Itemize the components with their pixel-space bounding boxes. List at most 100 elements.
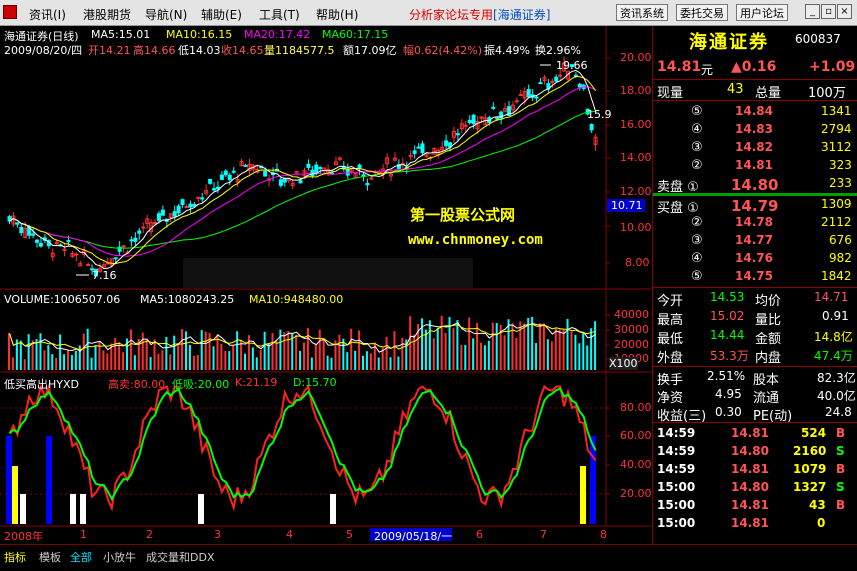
volume-ma5-label: MA5:1080243.25 — [140, 293, 235, 306]
volume-ma10-label: MA10:948480.00 — [249, 293, 344, 306]
ma10-label: MA10:16.15 — [166, 28, 233, 41]
time-axis-label: 7 — [540, 528, 547, 541]
bid-level-label: ⑤ — [691, 269, 703, 284]
time-axis-label: 6 — [476, 528, 483, 541]
tick-direction: B — [836, 462, 846, 476]
watermark-title: 第一股票公式网 — [410, 206, 516, 224]
restore-icon[interactable]: ▫ — [821, 4, 836, 19]
tick-price: 14.81 — [731, 516, 769, 530]
ma20-label: MA20:17.42 — [244, 28, 311, 41]
price-change: ▲0.16 — [731, 59, 777, 75]
stat-label: 最高 — [657, 313, 684, 328]
price-axis-tick: 10.00 — [620, 221, 652, 234]
time-axis-label: 1 — [80, 528, 87, 541]
bar-volume: 量1184577.5 — [264, 44, 335, 57]
menu-info[interactable]: 资讯(I) — [29, 6, 66, 23]
tick-volume: 0 — [817, 516, 826, 530]
menu-navigation[interactable]: 导航(N) — [145, 6, 187, 23]
bid-price: 14.78 — [735, 215, 773, 229]
bid-volume: 1309 — [821, 197, 852, 211]
tick-volume: 43 — [809, 498, 826, 512]
menu-bar: 资讯(I) 港股期货 导航(N) 辅助(E) 工具(T) 帮助(H) 分析家论坛… — [0, 0, 857, 26]
tab-indicator[interactable]: 指标 — [4, 549, 26, 565]
stat-label: 均价 — [755, 294, 782, 309]
time-axis-label: 2 — [146, 528, 153, 541]
bottom-tab-bar: 指标 模板 全部 小放牛 成交量和DDX — [0, 544, 857, 571]
bar-amplitude: 振4.49% — [484, 44, 530, 57]
indicator-sell-level: 高卖:80.00 — [108, 378, 166, 391]
ask-level-label: ④ — [691, 122, 703, 137]
low-price-label: 7.16 — [92, 269, 117, 282]
stat-value: 14.53 — [710, 290, 745, 304]
menu-tools[interactable]: 工具(T) — [259, 6, 300, 23]
ask-level-label: ⑤ — [691, 104, 703, 119]
fund-value: 40.0亿 — [817, 389, 856, 403]
indicator-axis-tick: 20.00 — [620, 487, 652, 500]
time-axis-label: 4 — [286, 528, 293, 541]
info-system-button[interactable]: 资讯系统 — [616, 4, 668, 21]
menu-auxiliary[interactable]: 辅助(E) — [201, 6, 242, 23]
menu-help[interactable]: 帮助(H) — [316, 6, 358, 23]
bar-turnover: 换2.96% — [535, 44, 581, 57]
bid-volume: 982 — [829, 251, 852, 265]
stat-value: 14.71 — [814, 290, 849, 304]
bid-volume: 1842 — [821, 269, 852, 283]
minimize-icon[interactable]: _ — [805, 4, 820, 19]
time-axis-label: 8 — [600, 528, 607, 541]
ask-volume: 3112 — [821, 140, 852, 154]
broker-link[interactable]: [海通证券] — [493, 8, 550, 22]
bar-low: 低14.03 — [178, 44, 221, 57]
volume-axis-tick: 40000 — [614, 308, 649, 321]
ask-price: 14.84 — [735, 104, 773, 118]
bar-open: 开14.21 — [88, 44, 131, 57]
tick-price: 14.81 — [731, 462, 769, 476]
fund-label: 流通 — [753, 391, 780, 406]
tick-direction: B — [836, 498, 846, 512]
indicator-name: 低买高出HYXD — [4, 378, 79, 391]
fund-label: 换手 — [657, 373, 684, 388]
ask-volume: 323 — [829, 158, 852, 172]
ma60-label: MA60:17.15 — [322, 28, 389, 41]
fund-value: 0.30 — [715, 405, 742, 419]
volume-label: VOLUME:1006507.06 — [4, 293, 121, 306]
bid-level-label: ③ — [691, 233, 703, 248]
tick-volume: 1327 — [793, 480, 827, 494]
stat-value: 0.91 — [822, 309, 849, 323]
tab-volume-ddx[interactable]: 成交量和DDX — [146, 549, 214, 565]
high-price-label: 19.66 — [556, 59, 588, 72]
bid-level-label: 买盘 ① — [657, 201, 699, 216]
close-icon[interactable]: × — [837, 4, 852, 19]
tick-volume: 524 — [801, 426, 827, 440]
tab-xiaofangniu[interactable]: 小放牛 — [103, 549, 136, 565]
stat-value: 53.3万 — [710, 349, 749, 363]
tab-all[interactable]: 全部 — [70, 549, 92, 565]
stat-label: 最低 — [657, 332, 684, 347]
price-axis-tick: 8.00 — [625, 256, 650, 269]
stat-value: 14.44 — [710, 328, 745, 342]
stat-label: 外盘 — [657, 351, 684, 366]
fund-value: 2.51% — [707, 369, 746, 383]
menu-hk-futures[interactable]: 港股期货 — [83, 6, 131, 23]
stat-value: 15.02 — [710, 309, 745, 323]
tick-direction: S — [836, 444, 845, 458]
tab-template[interactable]: 模板 — [39, 549, 61, 565]
price-change-pct: +1.09 — [809, 59, 856, 75]
stat-label: 金额 — [755, 332, 782, 347]
price-axis-tick: 18.00 — [620, 84, 652, 97]
time-axis-label: 2008年 — [4, 530, 43, 543]
ask-level-label: ③ — [691, 140, 703, 155]
last-price: 14.81 — [657, 59, 702, 75]
stock-code: 600837 — [795, 32, 841, 46]
ask-price: 14.82 — [735, 140, 773, 154]
chart-canvas[interactable] — [0, 26, 651, 544]
tick-time: 15:00 — [657, 516, 696, 530]
tick-time: 15:00 — [657, 498, 696, 512]
trade-button[interactable]: 委托交易 — [676, 4, 728, 21]
price-axis-tick: 16.00 — [620, 118, 652, 131]
ask-volume: 2794 — [821, 122, 852, 136]
forum-button[interactable]: 用户论坛 — [736, 4, 788, 21]
ask-price: 14.80 — [731, 176, 779, 194]
indicator-axis-tick: 40.00 — [620, 458, 652, 471]
bid-level-label: ② — [691, 215, 703, 230]
volume-axis-tick: 20000 — [614, 338, 649, 351]
